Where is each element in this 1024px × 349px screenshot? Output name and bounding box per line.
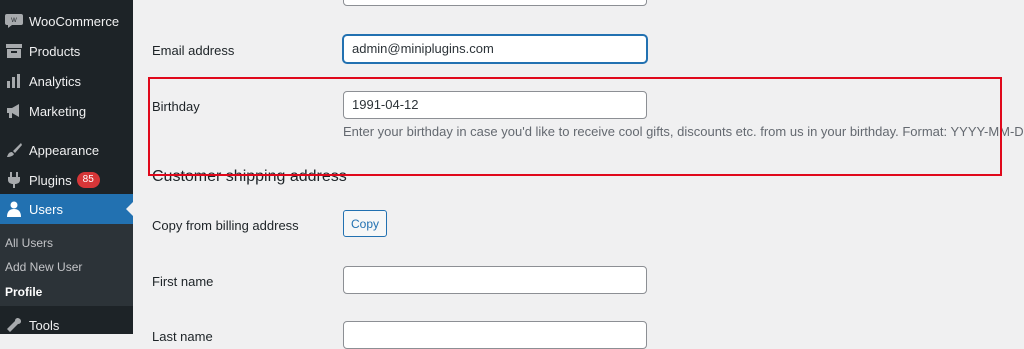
wrench-icon (4, 315, 24, 335)
sidebar-item-users[interactable]: Users (0, 194, 133, 224)
sidebar-item-label: Marketing (29, 103, 87, 119)
sidebar-item-label: Tools (29, 317, 60, 333)
previous-field[interactable] (343, 0, 647, 6)
birthday-field[interactable]: 1991-04-12 (343, 91, 647, 119)
sidebar-item-plugins[interactable]: Plugins 85 (0, 165, 133, 195)
megaphone-icon (4, 101, 24, 121)
woo-icon: W (4, 11, 24, 31)
sidebar-item-marketing[interactable]: Marketing (0, 96, 133, 126)
copy-button[interactable]: Copy (343, 210, 387, 237)
email-field[interactable]: admin@miniplugins.com (343, 35, 647, 63)
sidebar-item-products[interactable]: Products (0, 36, 133, 66)
sidebar-item-appearance[interactable]: Appearance (0, 135, 133, 165)
sidebar-item-label: Appearance (29, 142, 100, 158)
first-name-field[interactable] (343, 266, 647, 294)
sidebar-item-label: Users (29, 201, 63, 217)
submenu-item-profile[interactable]: Profile (5, 285, 42, 299)
last-name-label: Last name (152, 329, 213, 344)
sidebar-item-label: Plugins (29, 172, 72, 188)
sidebar-item-label: Products (29, 43, 81, 59)
shipping-section-title: Customer shipping address (152, 168, 347, 185)
first-name-label: First name (152, 274, 214, 289)
birthday-description: Enter your birthday in case you'd like t… (343, 124, 1024, 139)
submenu-item-add-new-user[interactable]: Add New User (5, 260, 82, 274)
archive-icon (4, 41, 24, 61)
profile-form: Email address admin@miniplugins.com Birt… (133, 0, 1024, 349)
admin-sidebar: W WooCommerce Products Analytics Marketi… (0, 0, 133, 334)
active-menu-arrow (126, 202, 133, 216)
sidebar-item-label: Analytics (29, 73, 82, 89)
svg-text:W: W (11, 18, 17, 24)
sidebar-item-analytics[interactable]: Analytics (0, 66, 133, 96)
user-icon (4, 199, 24, 219)
bar-chart-icon (4, 71, 24, 91)
users-submenu: All Users Add New User Profile (0, 224, 133, 306)
birthday-label: Birthday (152, 99, 200, 114)
last-name-field[interactable] (343, 321, 647, 349)
sidebar-item-tools[interactable]: Tools (0, 310, 133, 340)
sidebar-item-woocommerce[interactable]: W WooCommerce (0, 6, 133, 36)
paintbrush-icon (4, 140, 24, 160)
submenu-item-all-users[interactable]: All Users (5, 236, 53, 250)
plug-icon (4, 170, 24, 190)
sidebar-item-label: WooCommerce (29, 13, 120, 29)
plugins-update-badge: 85 (76, 172, 100, 188)
copy-billing-label: Copy from billing address (152, 218, 299, 233)
email-label: Email address (152, 43, 235, 58)
